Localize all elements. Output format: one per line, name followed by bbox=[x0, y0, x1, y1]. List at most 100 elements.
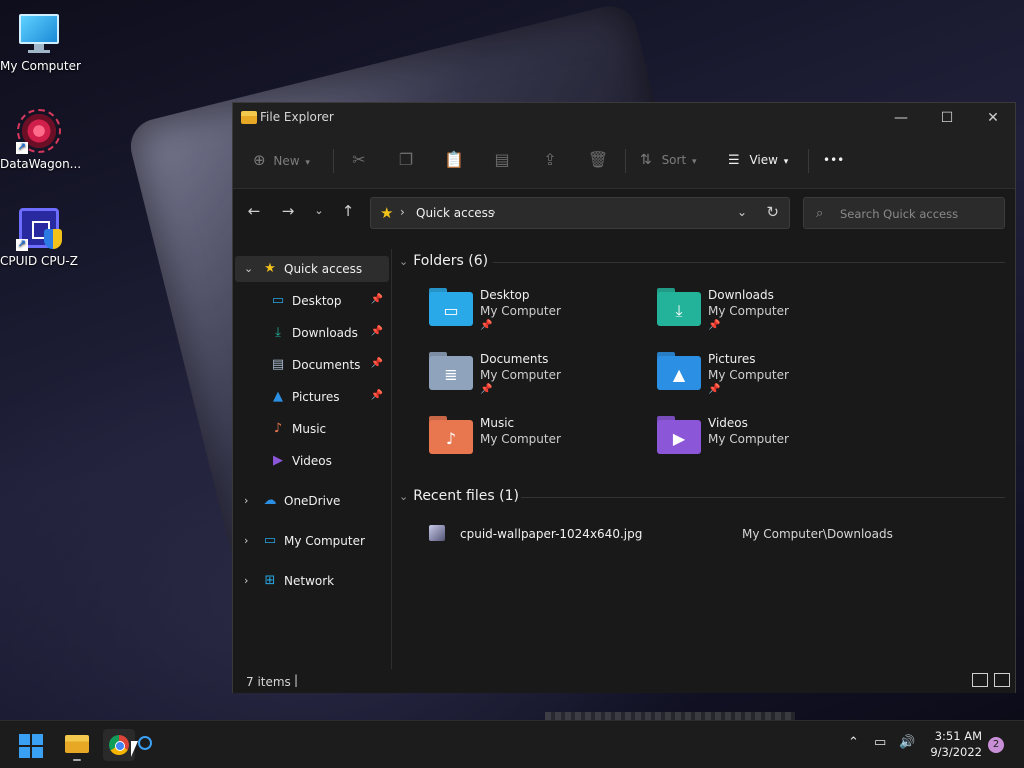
nav-item-network[interactable]: › ⊞ Network bbox=[235, 568, 389, 594]
pin-icon[interactable]: 📌 bbox=[371, 358, 383, 369]
image-file-icon bbox=[429, 525, 445, 541]
nav-item-my-computer[interactable]: › ▭ My Computer bbox=[235, 528, 389, 554]
nav-item-label: Desktop bbox=[292, 294, 342, 308]
pin-icon[interactable]: 📌 bbox=[371, 326, 383, 337]
desktop-folder-icon: ▭ bbox=[429, 288, 473, 326]
folder-documents[interactable]: ≣ Documents My Computer 📌 bbox=[429, 352, 649, 410]
folder-location: My Computer bbox=[480, 368, 561, 382]
sort-button[interactable]: ⇅ Sort ▾ bbox=[640, 147, 697, 173]
pin-icon: 📌 bbox=[708, 384, 721, 395]
nav-item-onedrive[interactable]: › ☁ OneDrive bbox=[235, 488, 389, 514]
folders-header-label: Folders (6) bbox=[413, 253, 489, 269]
nav-item-videos[interactable]: ▶ Videos bbox=[235, 448, 389, 474]
title-bar[interactable]: File Explorer — ☐ ✕ bbox=[233, 103, 1015, 133]
desktop-icon-cpuz[interactable]: ↗ CPUID CPU-Z bbox=[0, 205, 78, 268]
maximize-button[interactable]: ☐ bbox=[924, 103, 970, 133]
chrome-icon bbox=[109, 735, 129, 755]
delete-icon[interactable]: 🗑 bbox=[585, 147, 611, 173]
clock-date[interactable]: 9/3/2022 bbox=[920, 745, 982, 759]
nav-item-pictures[interactable]: ▲ Pictures 📌 bbox=[235, 384, 389, 410]
recent-header-label: Recent files (1) bbox=[413, 488, 519, 504]
nav-item-desktop[interactable]: ▭ Desktop 📌 bbox=[235, 288, 389, 314]
folder-downloads[interactable]: ⤓ Downloads My Computer 📌 bbox=[657, 288, 877, 346]
folder-name: Downloads bbox=[708, 288, 774, 302]
pin-icon: 📌 bbox=[480, 320, 493, 331]
taskbar-file-explorer[interactable] bbox=[61, 729, 93, 761]
folder-music[interactable]: ♪ Music My Computer bbox=[429, 416, 649, 474]
status-bar: 7 items | bbox=[233, 669, 1015, 693]
folder-desktop[interactable]: ▭ Desktop My Computer 📌 bbox=[429, 288, 649, 346]
up-arrow-icon[interactable]: ↑ bbox=[336, 199, 360, 223]
new-button[interactable]: ⊕ New ▾ bbox=[253, 147, 310, 173]
chevron-right-icon[interactable]: › bbox=[244, 494, 248, 507]
folder-name: Pictures bbox=[708, 352, 756, 366]
pane-divider[interactable] bbox=[391, 249, 392, 669]
more-options-button[interactable]: ••• bbox=[823, 147, 844, 173]
notification-badge[interactable]: 2 bbox=[988, 737, 1004, 753]
show-hidden-icons-icon[interactable]: ⌃ bbox=[848, 735, 859, 750]
command-bar: ⊕ New ▾ ✂ ❐ 📋 ▤ ⇪ 🗑 ⇅ Sort ▾ ☰ View ▾ ••… bbox=[233, 133, 1015, 189]
folder-videos[interactable]: ▶ Videos My Computer bbox=[657, 416, 877, 474]
folders-section-header[interactable]: ⌄ Folders (6) bbox=[399, 253, 488, 273]
cut-icon[interactable]: ✂ bbox=[346, 147, 372, 173]
desktop-icon-my-computer[interactable]: My Computer bbox=[0, 10, 81, 73]
start-button[interactable] bbox=[19, 734, 43, 758]
star-icon: ★ bbox=[380, 204, 394, 222]
datawagon-icon: ↗ bbox=[16, 108, 62, 154]
videos-folder-icon: ▶ bbox=[657, 416, 701, 454]
chevron-right-icon[interactable]: › bbox=[491, 205, 496, 219]
sort-button-label: Sort bbox=[661, 153, 687, 167]
large-icons-view-icon[interactable] bbox=[994, 673, 1010, 687]
recent-file-row[interactable]: cpuid-wallpaper-1024x640.jpg My Computer… bbox=[423, 523, 983, 547]
chevron-down-icon[interactable]: ⌄ bbox=[244, 262, 253, 275]
desktop-icon-datawagon[interactable]: ↗ DataWagon... bbox=[0, 108, 81, 171]
close-button[interactable]: ✕ bbox=[970, 103, 1016, 133]
folder-name: Desktop bbox=[480, 288, 530, 302]
share-icon[interactable]: ⇪ bbox=[537, 147, 563, 173]
section-divider bbox=[521, 497, 1005, 498]
loading-ring-icon bbox=[138, 736, 152, 750]
copy-icon[interactable]: ❐ bbox=[393, 147, 419, 173]
view-button[interactable]: ☰ View ▾ bbox=[728, 147, 788, 173]
recent-locations-chevron-icon[interactable]: ⌄ bbox=[307, 199, 331, 223]
windows-logo-icon bbox=[19, 734, 30, 745]
nav-item-documents[interactable]: ▤ Documents 📌 bbox=[235, 352, 389, 378]
paste-icon[interactable]: 📋 bbox=[441, 147, 467, 173]
nav-item-music[interactable]: ♪ Music bbox=[235, 416, 389, 442]
search-input[interactable] bbox=[838, 204, 1002, 224]
rename-icon[interactable]: ▤ bbox=[489, 147, 515, 173]
search-box[interactable]: ⌕ bbox=[803, 197, 1005, 229]
network-status-icon[interactable]: ▭ bbox=[874, 735, 886, 750]
clock-time[interactable]: 3:51 AM bbox=[920, 729, 982, 743]
pin-icon[interactable]: 📌 bbox=[371, 390, 383, 401]
music-icon: ♪ bbox=[273, 421, 283, 436]
chevron-down-icon: ⌄ bbox=[399, 490, 409, 503]
chevron-right-icon[interactable]: › bbox=[244, 534, 248, 547]
nav-item-downloads[interactable]: ⤓ Downloads 📌 bbox=[235, 320, 389, 346]
pictures-folder-icon: ▲ bbox=[657, 352, 701, 390]
chevron-right-icon[interactable]: › bbox=[244, 574, 248, 587]
music-folder-icon: ♪ bbox=[429, 416, 473, 454]
volume-icon[interactable]: 🔊 bbox=[899, 735, 915, 750]
folder-pictures[interactable]: ▲ Pictures My Computer 📌 bbox=[657, 352, 877, 410]
address-path[interactable]: Quick access bbox=[416, 206, 494, 220]
pin-icon[interactable]: 📌 bbox=[371, 294, 383, 305]
address-bar[interactable]: ★ › Quick access › ⌄ ↻ bbox=[370, 197, 790, 229]
forward-arrow-icon[interactable]: → bbox=[276, 199, 300, 223]
minimize-button[interactable]: — bbox=[878, 103, 924, 133]
running-indicator bbox=[73, 759, 81, 761]
taskbar: ⌃ ▭ 🔊 3:51 AM 9/3/2022 2 bbox=[0, 720, 1024, 768]
refresh-icon[interactable]: ↻ bbox=[766, 203, 779, 221]
file-explorer-window: File Explorer — ☐ ✕ ⊕ New ▾ ✂ ❐ 📋 ▤ ⇪ 🗑 … bbox=[232, 102, 1016, 693]
content-pane: ⌄ Folders (6) ▭ Desktop My Computer 📌 ⤓ D… bbox=[393, 249, 1015, 669]
chevron-down-icon: ⌄ bbox=[399, 255, 409, 268]
address-dropdown-icon[interactable]: ⌄ bbox=[737, 205, 747, 219]
cloud-icon: ☁ bbox=[263, 493, 277, 508]
folder-location: My Computer bbox=[480, 432, 561, 446]
folder-name: Music bbox=[480, 416, 515, 430]
details-view-icon[interactable] bbox=[972, 673, 988, 687]
back-arrow-icon[interactable]: ← bbox=[242, 199, 266, 223]
network-icon: ⊞ bbox=[264, 573, 276, 588]
recent-files-section-header[interactable]: ⌄ Recent files (1) bbox=[399, 488, 519, 508]
nav-item-quick-access[interactable]: ⌄ ★ Quick access bbox=[235, 256, 389, 282]
